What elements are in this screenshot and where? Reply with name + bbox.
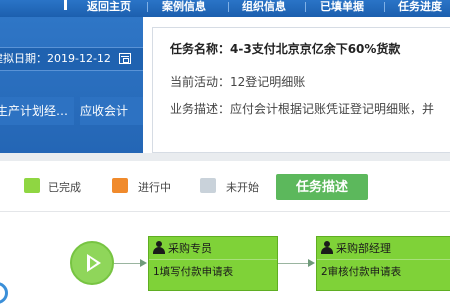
play-icon: [87, 254, 101, 272]
date-bar: 建拟日期：2019-12-12: [0, 47, 143, 71]
flow-node-purchasing-specialist[interactable]: 采购专员 1填写付款申请表: [148, 236, 278, 291]
flow-arrow-icon: [140, 259, 147, 267]
calendar-icon[interactable]: [119, 53, 131, 64]
flow-connector: [278, 263, 308, 264]
nav-separator: [228, 2, 229, 12]
nav-separator: [384, 2, 385, 12]
flow-arrow-icon: [308, 259, 315, 267]
flow-node-role: 采购专员: [168, 242, 212, 255]
nav-home-link[interactable]: 返回主页: [87, 0, 131, 17]
nav-case-info-link[interactable]: 案例信息: [162, 0, 206, 17]
flow-node-header: 采购专员: [149, 237, 277, 260]
flow-node-task: 2审核付款申请表: [321, 266, 402, 278]
flow-node-task: 1填写付款申请表: [153, 266, 234, 278]
nav-separator: [305, 2, 306, 12]
top-nav: 返回主页 案例信息 组织信息 已填单据 任务进度: [0, 0, 450, 17]
nav-org-info-link[interactable]: 组织信息: [242, 0, 286, 17]
left-panel: 建拟日期：2019-12-12 生产计划经… 应收会计: [0, 17, 143, 153]
production-plan-button[interactable]: 生产计划经…: [0, 97, 74, 125]
legend-in-progress-swatch: [112, 178, 128, 193]
task-info-card: 任务名称：4-3支付北京京亿余下60%货款 当前活动：12登记明细账 业务描述：…: [152, 27, 450, 153]
legend-done-label: 已完成: [48, 181, 81, 194]
current-activity-value: 12登记明细账: [230, 75, 306, 89]
nav-filled-forms-link[interactable]: 已填单据: [320, 0, 364, 17]
business-desc-row: 业务描述：应付会计根据记账凭证登记明细账，并: [170, 100, 434, 117]
flow-connector: [114, 263, 140, 264]
panel-button-row: 生产计划经… 应收会计: [0, 97, 143, 125]
person-icon: [153, 241, 165, 254]
flow-start-node[interactable]: [70, 241, 114, 285]
floating-bubble[interactable]: [0, 282, 8, 304]
section-divider-band: [0, 153, 450, 161]
current-activity-row: 当前活动：12登记明细账: [170, 73, 305, 90]
legend-in-progress-label: 进行中: [138, 181, 171, 194]
nav-separator: [147, 2, 148, 12]
business-desc-value: 应付会计根据记账凭证登记明细账，并: [230, 102, 435, 116]
person-icon: [321, 241, 333, 254]
process-flow: 采购专员 1填写付款申请表 采购部经理 2审核付款申请表: [0, 212, 450, 304]
legend-not-started-swatch: [200, 178, 216, 193]
receivable-accountant-button[interactable]: 应收会计: [80, 97, 143, 125]
task-description-button[interactable]: 任务描述: [276, 174, 368, 200]
task-name-label: 任务名称：: [170, 42, 231, 56]
date-text: 建拟日期：2019-12-12: [0, 52, 111, 65]
flow-node-role: 采购部经理: [336, 242, 391, 255]
current-activity-label: 当前活动：: [170, 75, 231, 89]
flow-node-purchasing-manager[interactable]: 采购部经理 2审核付款申请表: [316, 236, 450, 291]
nav-task-progress-link[interactable]: 任务进度: [398, 0, 442, 17]
task-name-row: 任务名称：4-3支付北京京亿余下60%货款: [170, 40, 400, 57]
legend-not-started-label: 未开始: [226, 181, 259, 194]
legend-done-swatch: [24, 178, 40, 193]
nav-marker: [64, 0, 67, 10]
flow-node-header: 采购部经理: [317, 237, 450, 260]
task-name-value: 4-3支付北京京亿余下60%货款: [230, 42, 401, 56]
business-desc-label: 业务描述：: [170, 102, 231, 116]
